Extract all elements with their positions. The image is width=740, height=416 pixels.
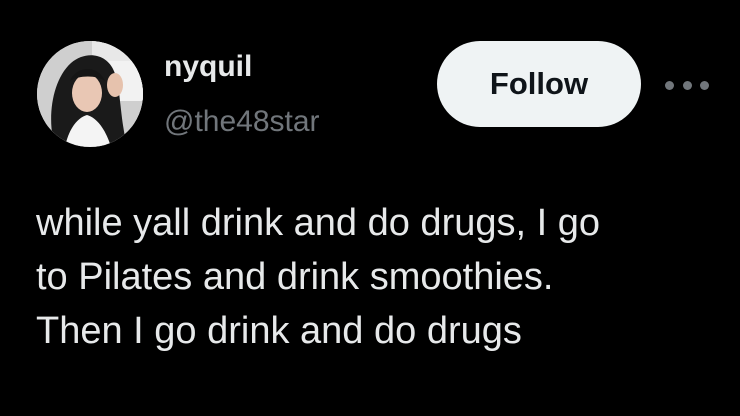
avatar-image	[37, 41, 143, 147]
display-name[interactable]: nyquil	[164, 52, 252, 82]
tweet-card: nyquil @the48star Follow while yall drin…	[0, 0, 740, 416]
tweet-text: while yall drink and do drugs, I go to P…	[36, 196, 726, 358]
more-dot	[700, 80, 709, 90]
tweet-text-line: to Pilates and drink smoothies.	[36, 256, 554, 298]
user-handle[interactable]: @the48star	[164, 107, 320, 137]
more-dot	[665, 80, 674, 90]
avatar[interactable]	[37, 41, 143, 147]
tweet-text-line: while yall drink and do drugs, I go	[36, 202, 600, 244]
follow-button[interactable]: Follow	[437, 41, 641, 127]
more-dot	[682, 80, 692, 90]
more-horizontal-icon[interactable]	[665, 76, 709, 94]
tweet-text-line: Then I go drink and do drugs	[36, 310, 522, 352]
